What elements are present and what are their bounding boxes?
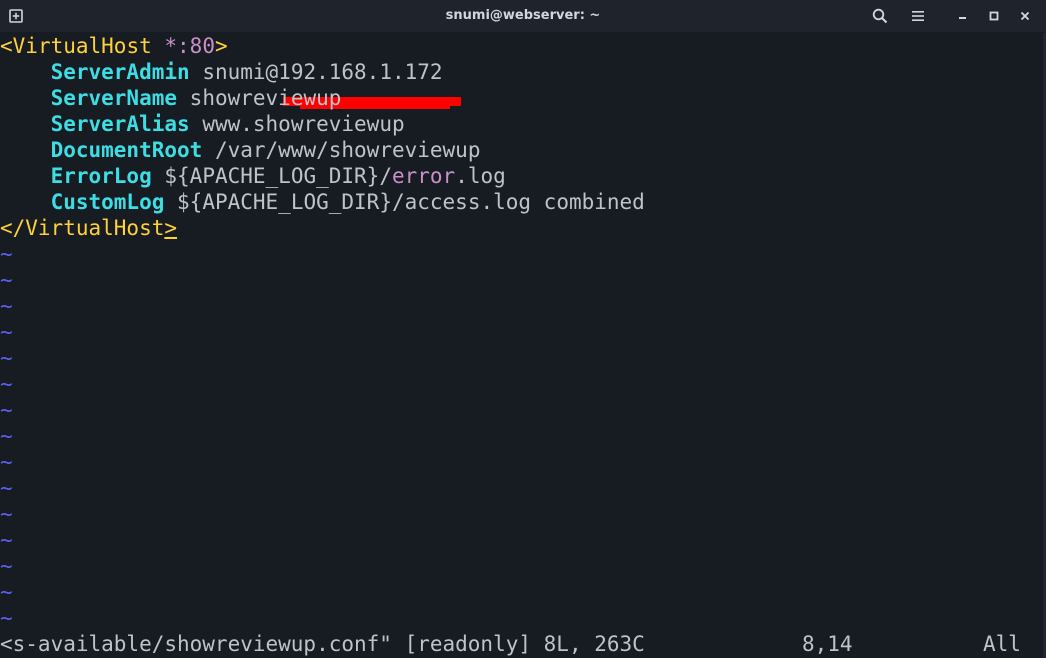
title-bar: snumi@webserver: ~ (0, 0, 1046, 32)
empty-line-tilde: ~ (0, 450, 13, 474)
file-info: <s-available/showreviewup.conf" [readonl… (0, 632, 645, 656)
directive-line: ErrorLog ${APACHE_LOG_DIR}/error.log (0, 163, 506, 189)
search-icon[interactable] (866, 0, 894, 32)
empty-line-tilde: ~ (0, 346, 13, 370)
tag-name: VirtualHost (12, 34, 152, 58)
directive-key: CustomLog (50, 190, 165, 214)
directive-value: ${APACHE_LOG_DIR}/access.log combined (177, 190, 645, 214)
directive-value: .log (455, 164, 506, 188)
empty-line-tilde: ~ (0, 502, 13, 526)
maximize-icon[interactable] (980, 0, 1008, 32)
empty-line-tilde: ~ (0, 580, 13, 604)
tag-bracket: < (0, 34, 13, 58)
empty-line-tilde: ~ (0, 372, 13, 396)
directive-key: DocumentRoot (50, 138, 203, 162)
empty-line-tilde: ~ (0, 294, 13, 318)
terminal-content[interactable]: <VirtualHost *:80> ServerAdmin snumi@192… (0, 33, 1046, 658)
directive-value: ${APACHE_LOG_DIR}/ (164, 164, 392, 188)
scroll-position: All (983, 632, 1021, 656)
empty-line-tilde: ~ (0, 606, 13, 630)
close-icon[interactable] (1011, 0, 1039, 32)
empty-line-tilde: ~ (0, 424, 13, 448)
directive-line: ServerAdmin snumi@192.168.1.172 (0, 59, 443, 85)
virtualhost-open-tag: <VirtualHost *:80> (0, 33, 228, 59)
terminal-window: snumi@webserver: ~ <VirtualHost *:80> Se… (0, 0, 1046, 658)
empty-line-tilde: ~ (0, 398, 13, 422)
directive-line: ServerName showreviewup (0, 85, 342, 111)
directive-line: DocumentRoot /var/www/showreviewup (0, 137, 481, 163)
tag-bracket: > (214, 34, 228, 58)
directive-value: snumi@192.168.1.172 (202, 60, 443, 84)
directive-line: ServerAlias www.showreviewup (0, 111, 405, 137)
directive-key: ErrorLog (50, 164, 152, 188)
directive-key: ServerAlias (50, 112, 190, 136)
cursor: > (164, 216, 178, 240)
directive-line: CustomLog ${APACHE_LOG_DIR}/access.log c… (0, 189, 645, 215)
virtualhost-close-tag: </VirtualHost> (0, 215, 177, 241)
hamburger-menu-icon[interactable] (904, 0, 932, 32)
directive-value: www.showreviewup (202, 112, 405, 136)
empty-line-tilde: ~ (0, 320, 13, 344)
cursor-position: 8,14 (802, 632, 853, 656)
empty-line-tilde: ~ (0, 528, 13, 552)
empty-line-tilde: ~ (0, 476, 13, 500)
minimize-icon[interactable] (949, 0, 977, 32)
tag-address: *:80 (164, 34, 215, 58)
empty-line-tilde: ~ (0, 554, 13, 578)
directive-value: /var/www/showreviewup (214, 138, 481, 162)
empty-line-tilde: ~ (0, 242, 13, 266)
directive-key: ServerName (50, 86, 178, 110)
directive-value-highlight: error (391, 164, 456, 188)
directive-key: ServerAdmin (50, 60, 190, 84)
directive-value: showreviewup (189, 86, 342, 110)
tag-name: </VirtualHost (0, 216, 165, 240)
empty-line-tilde: ~ (0, 268, 13, 292)
